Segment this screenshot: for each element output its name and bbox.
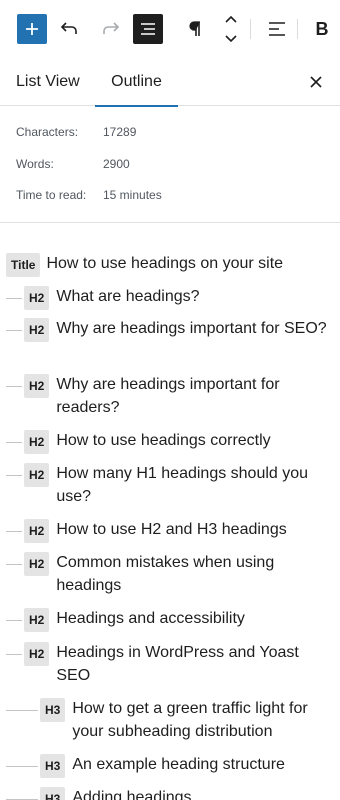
close-button[interactable] <box>304 70 328 94</box>
tree-line <box>6 531 22 532</box>
outline-item[interactable]: H2 How many H1 headings should you use? <box>24 462 330 508</box>
list-view-icon <box>141 23 155 35</box>
tree-line <box>6 330 22 331</box>
stat-label: Time to read: <box>16 188 87 202</box>
outline-item[interactable]: H3 An example heading structure <box>40 753 330 778</box>
outline-item-text: Why are headings important for readers? <box>56 376 280 416</box>
outline-item[interactable]: H2 How to use headings correctly <box>24 429 330 454</box>
tree-line <box>6 620 22 621</box>
outline-item[interactable]: H3 How to get a green traffic light for … <box>40 697 330 743</box>
heading-level-badge: H2 <box>24 519 50 543</box>
document-outline: Title How to use headings on your site H… <box>0 224 340 800</box>
outline-item[interactable]: H2 How to use H2 and H3 headings <box>24 518 330 543</box>
stat-value: 15 minutes <box>103 188 162 202</box>
undo-button[interactable] <box>55 14 85 44</box>
tab-outline[interactable]: Outline <box>95 58 178 107</box>
outline-item[interactable]: H2 Why are headings important for SEO? <box>24 317 330 342</box>
heading-level-badge: H2 <box>24 374 50 398</box>
outline-item-text: Headings and accessibility <box>56 610 245 627</box>
heading-level-badge: H2 <box>24 463 50 487</box>
heading-level-badge: H2 <box>24 552 50 576</box>
close-icon <box>310 76 322 88</box>
stat-value: 17289 <box>103 125 137 139</box>
block-toolbar: B <box>0 0 340 58</box>
heading-level-badge: H3 <box>40 754 66 778</box>
outline-item-text: Common mistakes when using headings <box>56 554 275 594</box>
heading-level-badge: H2 <box>24 286 50 310</box>
outline-item-text: An example heading structure <box>72 756 285 773</box>
tree-line <box>6 442 22 443</box>
outline-item-text: How to use H2 and H3 headings <box>56 521 287 538</box>
paragraph-icon <box>189 21 200 36</box>
outline-item-text: How to use headings on your site <box>46 255 284 272</box>
outline-item-text: How many H1 headings should you use? <box>56 465 309 505</box>
redo-icon <box>103 22 120 34</box>
toolbar-divider <box>250 19 251 39</box>
list-view-button[interactable] <box>133 14 163 44</box>
heading-level-badge: H2 <box>24 608 50 632</box>
toolbar-divider <box>297 19 298 39</box>
tree-line <box>6 298 22 299</box>
outline-item[interactable]: H2 Why are headings important for reader… <box>24 373 330 419</box>
tree-line <box>6 475 22 476</box>
outline-item-text: What are headings? <box>56 288 200 305</box>
stat-value: 2900 <box>103 157 130 171</box>
chevron-up-down-icon <box>225 15 237 43</box>
bold-label: B <box>315 18 329 39</box>
heading-level-badge: H2 <box>24 430 50 454</box>
outline-item[interactable]: H2 Common mistakes when using headings <box>24 551 330 597</box>
outline-item-text: How to use headings correctly <box>56 432 271 449</box>
align-left-icon <box>269 22 285 36</box>
outline-item[interactable]: H2 Headings in WordPress and Yoast SEO <box>24 641 330 687</box>
undo-icon <box>60 22 77 34</box>
heading-level-badge: H2 <box>24 318 50 342</box>
align-button[interactable] <box>262 14 292 44</box>
outline-item-text: Why are headings important for SEO? <box>56 320 327 337</box>
tree-line <box>6 766 38 767</box>
tree-line <box>6 564 22 565</box>
stat-label: Characters: <box>16 125 79 139</box>
outline-item-text: How to get a green traffic light for you… <box>72 700 308 740</box>
document-stats: Characters: 17289 Words: 2900 Time to re… <box>0 107 340 223</box>
sidebar-tabs: List View Outline <box>0 58 340 107</box>
paragraph-block-button[interactable] <box>180 14 210 44</box>
block-mover[interactable] <box>216 11 246 47</box>
tree-line <box>6 386 22 387</box>
outline-item[interactable]: H3 Adding headings <box>40 786 330 800</box>
heading-level-badge: H3 <box>40 698 66 722</box>
outline-item[interactable]: H2 What are headings? <box>24 285 330 310</box>
stat-label: Words: <box>16 157 54 171</box>
heading-level-badge: H3 <box>40 787 66 800</box>
tree-line <box>6 710 38 711</box>
redo-button[interactable] <box>95 14 125 44</box>
plus-icon <box>26 23 38 35</box>
outline-item[interactable]: H2 Headings and accessibility <box>24 607 330 632</box>
add-block-button[interactable] <box>17 14 47 44</box>
tab-list-view[interactable]: List View <box>16 58 80 106</box>
outline-item-text: Headings in WordPress and Yoast SEO <box>56 644 299 684</box>
heading-level-badge: H2 <box>24 642 50 666</box>
heading-level-badge: Title <box>6 253 41 277</box>
tree-line <box>6 654 22 655</box>
outline-item-text: Adding headings <box>72 789 192 800</box>
bold-button[interactable]: B <box>307 14 337 44</box>
outline-item[interactable]: Title How to use headings on your site <box>6 252 336 277</box>
